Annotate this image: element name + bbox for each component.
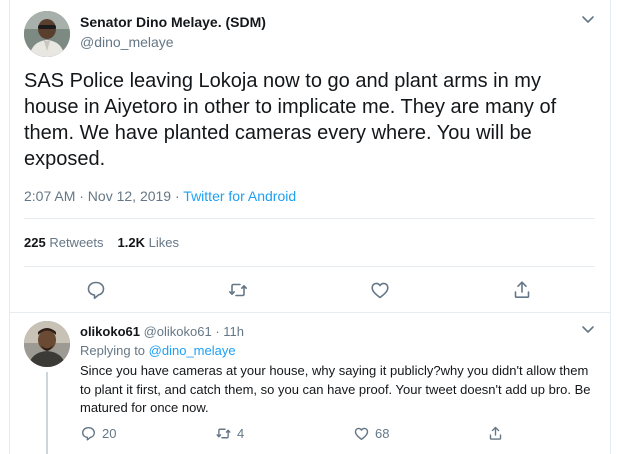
reply-retweets-count: 4 bbox=[237, 426, 245, 442]
meta-separator: · bbox=[174, 188, 180, 204]
divider bbox=[24, 266, 595, 267]
tweet-stats: 225 Retweets 1.2K Likes bbox=[24, 235, 179, 250]
thread-line bbox=[46, 372, 48, 454]
reply-author-handle[interactable]: @olikoko61 bbox=[144, 324, 212, 339]
reply-author-avatar[interactable] bbox=[24, 321, 70, 367]
reply-reply-button[interactable]: 20 bbox=[80, 425, 116, 442]
likes-stat[interactable]: 1.2K Likes bbox=[118, 235, 179, 250]
tweet-meta: 2:07 AM · Nov 12, 2019 · Twitter for And… bbox=[24, 188, 296, 204]
likes-label: Likes bbox=[148, 235, 179, 250]
retweet-button[interactable] bbox=[227, 279, 249, 301]
tweet-source-link[interactable]: Twitter for Android bbox=[183, 188, 296, 204]
share-icon bbox=[514, 281, 530, 298]
divider bbox=[10, 312, 610, 313]
reply-time[interactable]: · 11h bbox=[215, 324, 244, 339]
reply-author-name[interactable]: olikoko61 bbox=[80, 324, 140, 339]
replying-to: Replying to @dino_melaye bbox=[80, 343, 236, 358]
like-icon bbox=[353, 425, 370, 442]
share-button[interactable] bbox=[511, 279, 533, 301]
reply-author-line: olikoko61 @olikoko61 · 11h bbox=[80, 324, 244, 339]
timeline-border-left bbox=[9, 0, 10, 454]
divider bbox=[24, 218, 595, 219]
reply-share-button[interactable] bbox=[487, 425, 504, 442]
chevron-down-icon[interactable] bbox=[581, 15, 595, 25]
reply-button[interactable] bbox=[85, 279, 107, 301]
tweet-text-content: SAS Police leaving Lokoja now to go and … bbox=[24, 70, 557, 170]
retweet-icon bbox=[215, 425, 232, 442]
reply-icon bbox=[87, 281, 105, 299]
like-icon bbox=[371, 282, 389, 299]
retweet-icon bbox=[229, 283, 247, 297]
timeline-border-right bbox=[610, 0, 611, 454]
reply-replies-count: 20 bbox=[102, 426, 117, 442]
share-icon bbox=[487, 425, 504, 442]
like-button[interactable] bbox=[369, 279, 391, 301]
reply-retweet-button[interactable]: 4 bbox=[215, 425, 244, 442]
retweets-stat[interactable]: 225 Retweets bbox=[24, 235, 104, 250]
chevron-down-icon[interactable] bbox=[581, 325, 595, 335]
likes-count: 1.2K bbox=[117, 235, 145, 250]
author-name[interactable]: Senator Dino Melaye. (SDM) bbox=[80, 14, 266, 30]
tweet-timestamp[interactable]: 2:07 AM · Nov 12, 2019 bbox=[24, 188, 171, 204]
reply-text: Since you have cameras at your house, wh… bbox=[80, 362, 600, 418]
author-handle[interactable]: @dino_melaye bbox=[80, 34, 174, 50]
author-avatar[interactable] bbox=[24, 11, 70, 57]
retweets-count: 225 bbox=[24, 235, 46, 250]
reply-icon bbox=[80, 425, 97, 442]
reply-like-button[interactable]: 68 bbox=[353, 425, 389, 442]
reply-text-content: Since you have cameras at your house, wh… bbox=[80, 363, 591, 415]
tweet-text: SAS Police leaving Lokoja now to go and … bbox=[24, 68, 599, 172]
replying-to-link[interactable]: @dino_melaye bbox=[149, 343, 236, 358]
reply-likes-count: 68 bbox=[375, 426, 390, 442]
retweets-label: Retweets bbox=[49, 235, 104, 250]
replying-to-label: Replying to bbox=[80, 343, 146, 358]
